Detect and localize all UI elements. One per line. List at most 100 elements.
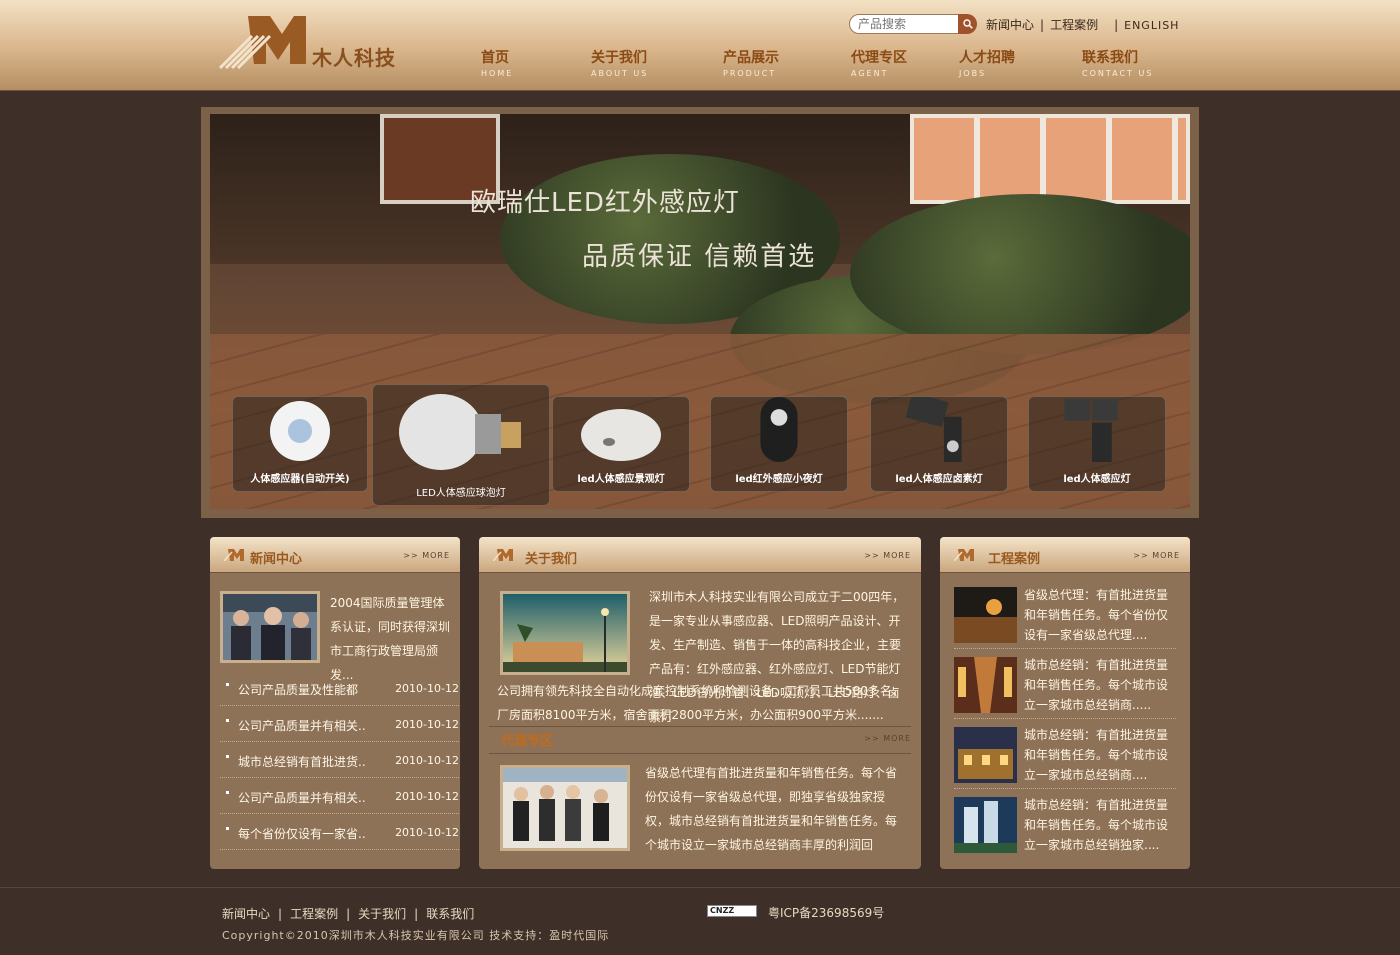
- product-caption: 人体感应器(自动开关): [250, 474, 350, 485]
- about-image: [500, 591, 630, 675]
- nav-jobs-label: 人才招聘: [959, 50, 1015, 66]
- footer-link-contact[interactable]: 联系我们: [426, 907, 474, 921]
- nav-home[interactable]: 首页 HOME: [481, 47, 513, 78]
- nav-home-label: 首页: [481, 50, 509, 66]
- nav-jobs[interactable]: 人才招聘 JOBS: [959, 47, 1015, 78]
- list-item-date: 2010-10-12: [395, 682, 459, 695]
- banner-title: 欧瑞仕LED红外感应灯: [470, 188, 740, 218]
- product-card[interactable]: led人体感应卤素灯: [870, 396, 1008, 492]
- list-item[interactable]: 公司产品质量及性能都 2010-10-12: [220, 670, 460, 706]
- news-panel-title: 新闻中心: [250, 552, 303, 567]
- nav-agent-label: 代理专区: [851, 50, 907, 66]
- case-item[interactable]: 省级总代理：有首批进货量和年销售任务。每个省份仅设有一家省级总代理....: [954, 583, 1176, 649]
- bullet: [226, 719, 229, 722]
- about-more-link[interactable]: >> MORE: [864, 551, 911, 560]
- product-caption: led人体感应卤素灯: [895, 474, 983, 485]
- nav-jobs-sublabel: JOBS: [959, 69, 987, 78]
- search-box: [849, 14, 977, 34]
- product-card[interactable]: LED人体感应球泡灯: [372, 384, 550, 506]
- hero-banner[interactable]: 欧瑞仕LED红外感应灯 品质保证 信赖首选 人体感应器(自动开关) LED人体感…: [210, 114, 1190, 509]
- search-button[interactable]: [958, 14, 977, 34]
- case-text: 城市总经销：有首批进货量和年销售任务。每个城市设立一家城市总经销独家....: [1024, 798, 1169, 852]
- copyright-text: Copyright©2010深圳市木人科技实业有限公司 技术支持：盈时代国际: [222, 929, 610, 942]
- list-item-title: 公司产品质量及性能都: [238, 683, 359, 697]
- bullet: [226, 755, 229, 758]
- product-caption: led红外感应小夜灯: [735, 474, 823, 485]
- cases-panel-header: 工程案例 >> MORE: [940, 537, 1190, 573]
- list-item-title: 公司产品质量并有相关..: [238, 719, 366, 733]
- footer-link-news[interactable]: 新闻中心: [222, 907, 270, 921]
- nav-about-label: 关于我们: [591, 50, 647, 66]
- nav-products[interactable]: 产品展示 PRODUCT: [723, 47, 779, 78]
- list-item-title: 公司产品质量并有相关..: [238, 791, 366, 805]
- toplink-divider: |: [1040, 18, 1045, 32]
- cnzz-label: CNZZ: [710, 906, 735, 915]
- toplink-english[interactable]: ENGLISH: [1124, 19, 1179, 32]
- footer-links: 新闻中心 | 工程案例 | 关于我们 | 联系我们: [222, 905, 474, 922]
- cnzz-badge[interactable]: CNZZ: [707, 905, 757, 917]
- about-divider: [489, 726, 911, 727]
- case-text: 省级总代理：有首批进货量和年销售任务。每个省份仅设有一家省级总代理....: [1024, 588, 1169, 642]
- case-item[interactable]: 城市总经销：有首批进货量和年销售任务。每个城市设立一家城市总经销商.....: [954, 653, 1176, 719]
- about-panel-title: 关于我们: [525, 552, 578, 567]
- list-item[interactable]: 每个省份仅设有一家省.. 2010-10-12: [220, 814, 460, 850]
- nav-home-sublabel: HOME: [481, 69, 514, 78]
- footer-link-divider: |: [414, 907, 419, 921]
- halogen-lamp-icon: [905, 397, 962, 462]
- news-more-label: MORE: [422, 551, 450, 560]
- site-header: 木人科技 新闻中心 | 工程案例 | ENGLISH 首页 HOME 关于我们 ABOU…: [0, 0, 1400, 91]
- night-light-icon: [760, 397, 798, 462]
- news-feature[interactable]: 2004国际质量管理体系认证，同时获得深圳市工商行政管理局颁发...: [220, 591, 460, 682]
- product-caption: LED人体感应球泡灯: [416, 488, 506, 499]
- site-footer: 新闻中心 | 工程案例 | 关于我们 | 联系我们 CNZZ 粤ICP备23698569号 …: [0, 887, 1400, 955]
- news-more-link[interactable]: >> MORE: [403, 551, 450, 560]
- toplink-news[interactable]: 新闻中心: [986, 18, 1034, 32]
- nav-about[interactable]: 关于我们 ABOUT US: [591, 47, 648, 78]
- toplink-cases[interactable]: 工程案例: [1050, 18, 1098, 32]
- nav-contact[interactable]: 联系我们 CONTACT US: [1082, 47, 1153, 78]
- landscape-lamp-icon: [581, 409, 661, 461]
- brand-logo[interactable]: 木人科技: [218, 14, 408, 72]
- case-item[interactable]: 城市总经销：有首批进货量和年销售任务。每个城市设立一家城市总经销商....: [954, 723, 1176, 789]
- list-item-date: 2010-10-12: [395, 790, 459, 803]
- footer-link-cases[interactable]: 工程案例: [290, 907, 338, 921]
- list-item-title: 每个省份仅设有一家省..: [238, 827, 366, 841]
- banner-subtitle: 品质保证 信赖首选: [582, 242, 817, 272]
- agent-more-link[interactable]: >> MORE: [864, 734, 911, 743]
- nav-about-sublabel: ABOUT US: [591, 69, 649, 78]
- case-thumbnail: [954, 727, 1017, 783]
- cases-more-link[interactable]: >> MORE: [1133, 551, 1180, 560]
- footer-link-about[interactable]: 关于我们: [358, 907, 406, 921]
- about-text-bottom: 公司拥有领先科技全自动化成套控制系统和检测设备，工厂员工共500多名，厂房面积8…: [497, 684, 904, 722]
- nav-agent-sublabel: AGENT: [851, 69, 889, 78]
- brand-name: 木人科技: [312, 46, 396, 70]
- list-item[interactable]: 公司产品质量并有相关.. 2010-10-12: [220, 706, 460, 742]
- list-item-date: 2010-10-12: [395, 718, 459, 731]
- search-icon: [962, 19, 973, 29]
- product-card[interactable]: led人体感应灯: [1028, 396, 1166, 492]
- case-thumbnail: [954, 587, 1017, 643]
- nav-agent[interactable]: 代理专区 AGENT: [851, 47, 907, 78]
- about-more-label: MORE: [883, 551, 911, 560]
- footer-link-divider: |: [346, 907, 351, 921]
- list-item-date: 2010-10-12: [395, 826, 459, 839]
- product-card[interactable]: led红外感应小夜灯: [710, 396, 848, 492]
- case-item[interactable]: 城市总经销：有首批进货量和年销售任务。每个城市设立一家城市总经销独家....: [954, 793, 1176, 859]
- case-thumbnail: [954, 657, 1017, 713]
- banner-frame: 欧瑞仕LED红外感应灯 品质保证 信赖首选 人体感应器(自动开关) LED人体感…: [201, 107, 1199, 518]
- case-thumbnail: [954, 797, 1017, 853]
- search-input[interactable]: [849, 14, 959, 34]
- list-item-title: 城市总经销有首批进货..: [238, 755, 366, 769]
- motion-sensor-icon: [270, 401, 330, 461]
- news-list: 公司产品质量及性能都 2010-10-12 公司产品质量并有相关.. 2010-10…: [220, 670, 460, 850]
- icp-number[interactable]: 粤ICP备23698569号: [768, 904, 884, 921]
- product-caption: led人体感应景观灯: [577, 474, 665, 485]
- product-card[interactable]: led人体感应景观灯: [552, 396, 690, 492]
- list-item[interactable]: 城市总经销有首批进货.. 2010-10-12: [220, 742, 460, 778]
- cases-panel-title: 工程案例: [988, 552, 1041, 567]
- product-card[interactable]: 人体感应器(自动开关): [232, 396, 368, 492]
- list-item[interactable]: 公司产品质量并有相关.. 2010-10-12: [220, 778, 460, 814]
- agent-divider: [489, 753, 911, 754]
- list-item-date: 2010-10-12: [395, 754, 459, 767]
- footer-link-divider: |: [278, 907, 283, 921]
